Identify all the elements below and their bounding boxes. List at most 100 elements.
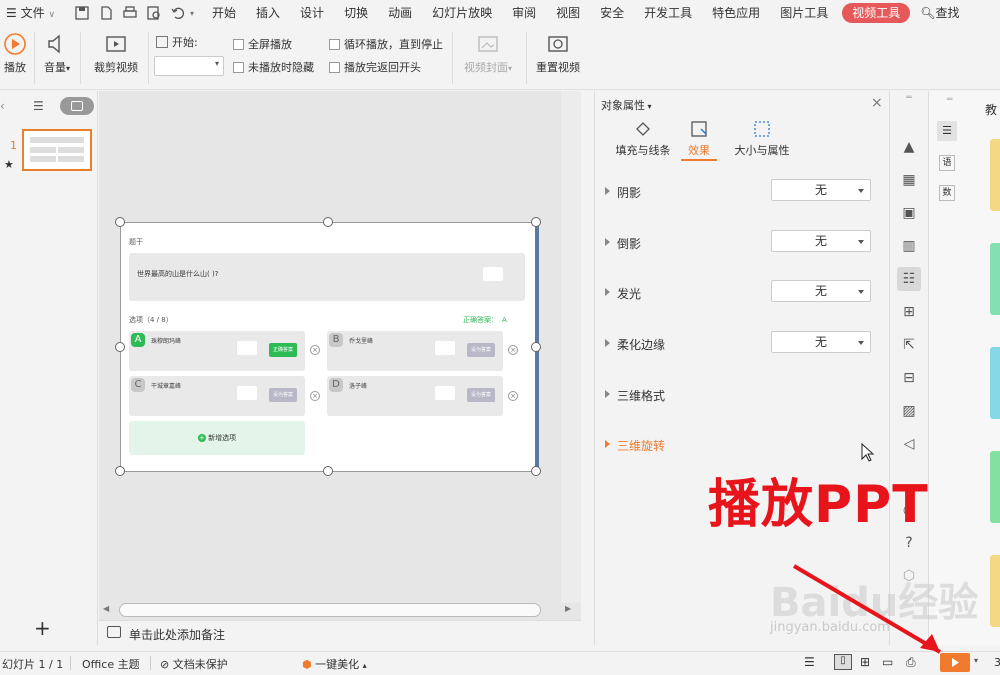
save-icon[interactable] (74, 5, 90, 21)
tab-effects[interactable]: 效果 (681, 119, 717, 161)
collapse-icon[interactable]: ‹ (0, 99, 5, 113)
tab-picture-tools[interactable]: 图片工具 (770, 0, 838, 26)
delete-option-icon[interactable]: × (508, 391, 518, 401)
rewind-checkbox[interactable]: 播放完返回开头 (329, 59, 421, 75)
resize-handle[interactable] (323, 217, 333, 227)
tab-features[interactable]: 特色应用 (702, 0, 770, 26)
glow-row[interactable]: 发光 无 (595, 280, 889, 306)
scroll-right-icon[interactable]: ▶ (565, 604, 571, 613)
set-answer-button[interactable]: 设为答案 (269, 388, 297, 402)
green-card[interactable] (990, 451, 1000, 523)
right-scrollbar-track[interactable] (561, 91, 581, 603)
add-option-button[interactable]: + 新增选项 (129, 421, 305, 455)
tab-developer[interactable]: 开发工具 (634, 0, 702, 26)
preview-icon[interactable] (146, 5, 162, 21)
notes-bar[interactable]: 单击此处添加备注 (99, 620, 581, 645)
shadow-row[interactable]: 阴影 无 (595, 179, 889, 205)
resize-handle[interactable] (531, 342, 541, 352)
tab-home[interactable]: 开始 (202, 0, 246, 26)
shadow-select[interactable]: 无 (771, 179, 871, 201)
option-c[interactable]: C 干城章嘉峰 设为答案 (129, 376, 305, 416)
tab-slideshow[interactable]: 幻灯片放映 (422, 0, 502, 26)
pdf-icon[interactable] (98, 5, 114, 21)
fullscreen-checkbox[interactable]: 全屏播放 (233, 36, 292, 52)
close-icon[interactable]: × (871, 95, 883, 111)
soft-edge-select[interactable]: 无 (771, 331, 871, 353)
file-menu[interactable]: ☰ 文件 ∨ (0, 0, 70, 26)
horizontal-scrollbar[interactable] (119, 603, 541, 617)
resize-handle[interactable] (531, 217, 541, 227)
option-b[interactable]: B 乔戈里峰 设为答案 (327, 331, 503, 371)
thumbnail-view-toggle[interactable] (60, 97, 94, 115)
video-cover-button[interactable]: 视频封面▾ (458, 32, 518, 75)
volume-button[interactable]: 音量▾ (40, 32, 74, 75)
grid-icon[interactable]: ▣ (897, 201, 921, 225)
reset-video-button[interactable]: 重置视频 (532, 32, 584, 75)
reflection-row[interactable]: 倒影 无 (595, 230, 889, 256)
tab-animation[interactable]: 动画 (378, 0, 422, 26)
chart-icon[interactable]: ▥ (897, 234, 921, 258)
tab-insert[interactable]: 插入 (246, 0, 290, 26)
list-icon[interactable]: ☰ (937, 121, 957, 141)
properties-icon[interactable]: ☷ (897, 267, 921, 291)
outline-view-icon[interactable]: ☰ (33, 99, 44, 113)
tab-size-properties[interactable]: 大小与属性 (729, 119, 795, 158)
set-answer-button[interactable]: 设为答案 (467, 343, 495, 357)
tab-security[interactable]: 安全 (590, 0, 634, 26)
resize-handle[interactable] (115, 466, 125, 476)
slide-thumbnail[interactable] (22, 129, 92, 171)
soft-edge-row[interactable]: 柔化边缘 无 (595, 331, 889, 357)
set-answer-button[interactable]: 设为答案 (467, 388, 495, 402)
question-box[interactable]: 世界最高的山是什么山( )? (129, 253, 525, 301)
start-select[interactable]: ▾ (154, 56, 224, 76)
tab-video-tools[interactable]: 视频工具 (842, 3, 911, 23)
reflection-select[interactable]: 无 (771, 230, 871, 252)
tab-view[interactable]: 视图 (546, 0, 590, 26)
option-d[interactable]: D 洛子峰 设为答案 (327, 376, 503, 416)
tab-design[interactable]: 设计 (290, 0, 334, 26)
delete-option-icon[interactable]: × (310, 345, 320, 355)
resize-handle[interactable] (115, 217, 125, 227)
print-icon[interactable] (122, 5, 138, 21)
3d-rotation-row[interactable]: 三维旋转 (595, 432, 889, 458)
shape-icon[interactable]: ▲ (897, 135, 921, 159)
tab-review[interactable]: 审阅 (502, 0, 546, 26)
table-icon[interactable]: ▦ (897, 168, 921, 192)
share-icon[interactable]: ⇱ (897, 333, 921, 357)
far-item-yu[interactable]: 语 (939, 155, 955, 171)
delete-option-icon[interactable]: × (310, 391, 320, 401)
picture-icon[interactable]: ▨ (897, 399, 921, 423)
search-button[interactable]: 🔍︎查找 (914, 0, 969, 26)
add-slide-icon[interactable]: + (34, 616, 51, 640)
delete-option-icon[interactable]: × (508, 345, 518, 355)
zoom-value[interactable]: 3 (994, 656, 1000, 669)
box-icon[interactable]: ⊟ (897, 366, 921, 390)
protect-status[interactable]: ⊘ 文档未保护 (160, 656, 228, 672)
undo-icon[interactable] (170, 5, 186, 21)
image-search-icon[interactable]: ⊞ (897, 300, 921, 324)
slideshow-dropdown-icon[interactable]: ▾ (974, 656, 978, 665)
speaker-icon[interactable]: ◁ (897, 432, 921, 456)
correct-answer-button[interactable]: 正确答案 (269, 343, 297, 357)
yellow-card[interactable] (990, 555, 1000, 627)
resize-handle[interactable] (323, 466, 333, 476)
slide-canvas[interactable]: 题干 世界最高的山是什么山( )? 选项（4 / 8） 正确答案： A A 珠穆朗… (120, 222, 539, 472)
tab-fill-line[interactable]: 填充与线条 (605, 119, 681, 158)
3d-format-row[interactable]: 三维格式 (595, 382, 889, 408)
scroll-left-icon[interactable]: ◀ (103, 604, 109, 613)
yellow-card[interactable] (990, 139, 1000, 211)
resize-handle[interactable] (115, 342, 125, 352)
undo-dropdown-icon[interactable]: ▾ (190, 9, 194, 18)
green-card[interactable] (990, 243, 1000, 315)
theme-name[interactable]: Office 主题 (82, 656, 140, 672)
loop-checkbox[interactable]: 循环播放，直到停止 (329, 36, 443, 52)
option-a[interactable]: A 珠穆朗玛峰 正确答案 (129, 331, 305, 371)
tab-transition[interactable]: 切换 (334, 0, 378, 26)
props-title[interactable]: 对象属性 ▾ (601, 97, 652, 113)
beautify-button[interactable]: ⬢ 一键美化 ▴ (302, 656, 367, 672)
trim-video-button[interactable]: 裁剪视频 (90, 32, 142, 75)
hide-checkbox[interactable]: 未播放时隐藏 (233, 59, 314, 75)
teal-card[interactable] (990, 347, 1000, 419)
play-button[interactable]: 播放 (0, 32, 30, 75)
resize-handle[interactable] (531, 466, 541, 476)
